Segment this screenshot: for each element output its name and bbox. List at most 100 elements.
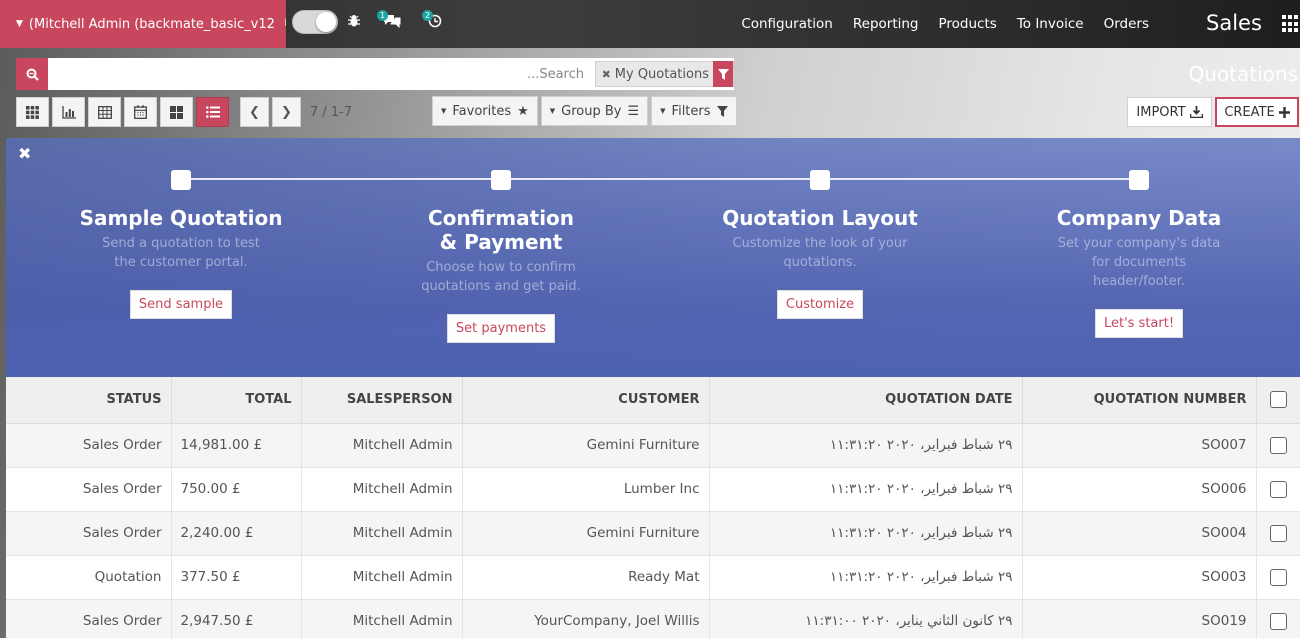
menu-configuration[interactable]: Configuration — [741, 16, 833, 32]
table-row[interactable]: Quotation 377.50 £ Mitchell Admin Ready … — [6, 555, 1300, 600]
table-row[interactable]: Sales Order 2,240.00 £ Mitchell Admin Ge… — [6, 511, 1300, 556]
pager: ❮ ❯ 7 / 1-7 — [240, 97, 352, 127]
search-facet: ✖ My Quotations — [594, 61, 734, 87]
date-cell: ٢٩ كانون الثاني يناير، ٢٠٢٠ ١١:٣١:٠٠ — [709, 599, 1023, 638]
step-description: Customize the look of your quotations. — [732, 236, 908, 270]
select-all-checkbox[interactable] — [1256, 377, 1300, 424]
status-cell: Sales Order — [6, 599, 172, 638]
chevron-left-icon[interactable]: ❮ — [240, 97, 269, 127]
top-navbar: ▼ (Mitchell Admin (backmate_basic_v12 1 … — [0, 0, 1300, 48]
caret-down-icon: ▼ — [16, 19, 23, 29]
caret-down-icon: ▼ — [441, 107, 447, 115]
menu-products[interactable]: Products — [939, 16, 997, 32]
salesperson-cell: Mitchell Admin — [301, 423, 463, 468]
table-row[interactable]: Sales Order 2,947.50 £ Mitchell Admin Yo… — [6, 599, 1300, 638]
search-box: ✖ My Quotations — [48, 58, 734, 90]
lets-start-button[interactable]: Let's start! — [1094, 309, 1184, 338]
number-cell: SO007 — [1022, 423, 1257, 468]
create-label: CREATE — [1224, 104, 1275, 120]
menu-to-invoice[interactable]: To Invoice — [1017, 16, 1084, 32]
step-title: Confirmation & Payment — [427, 206, 575, 254]
customer-cell: YourCompany, Joel Willis — [462, 599, 710, 638]
total-cell: 2,947.50 £ — [171, 599, 302, 638]
step-description: Choose how to confirm quotations and get… — [421, 260, 581, 294]
theme-toggle[interactable] — [292, 10, 338, 34]
activity-badge: 2 — [422, 10, 434, 21]
graph-view-button[interactable] — [52, 97, 85, 127]
row-checkbox[interactable] — [1256, 423, 1300, 468]
search-icon[interactable] — [16, 58, 48, 90]
number-cell: SO006 — [1022, 467, 1257, 512]
column-header[interactable]: QUOTATION NUMBER — [1022, 377, 1257, 424]
column-header[interactable]: CUSTOMER — [462, 377, 710, 424]
calendar-icon — [134, 105, 147, 119]
row-checkbox[interactable] — [1256, 511, 1300, 556]
send-sample-button[interactable]: Send sample — [129, 290, 233, 319]
column-header[interactable]: STATUS — [6, 377, 172, 424]
remove-facet-icon[interactable]: ✖ — [596, 68, 615, 81]
bug-icon[interactable] — [347, 14, 361, 32]
import-button[interactable]: IMPORT — [1127, 97, 1212, 127]
table-row[interactable]: Sales Order 14,981.00 £ Mitchell Admin G… — [6, 423, 1300, 468]
onboarding-step: Company Data Set your company's data for… — [1014, 170, 1264, 338]
create-button[interactable]: CREATE — [1215, 97, 1299, 127]
status-cell: Sales Order — [6, 423, 172, 468]
customer-cell: Lumber Inc — [462, 467, 710, 512]
onboarding-step: Confirmation & Payment Choose how to con… — [376, 170, 626, 343]
number-cell: SO019 — [1022, 599, 1257, 638]
menu-reporting[interactable]: Reporting — [853, 16, 919, 32]
chevron-right-icon[interactable]: ❯ — [272, 97, 301, 127]
clock-icon[interactable]: 2 — [422, 10, 442, 32]
row-checkbox[interactable] — [1256, 599, 1300, 638]
progress-line — [182, 178, 1140, 180]
pager-value[interactable]: 7 / 1-7 — [310, 105, 352, 120]
pivot-view-button[interactable] — [88, 97, 121, 127]
user-menu[interactable]: ▼ (Mitchell Admin (backmate_basic_v12 — [0, 0, 286, 48]
menu-orders[interactable]: Orders — [1104, 16, 1149, 32]
chat-icon[interactable]: 1 — [377, 10, 401, 32]
user-name: (Mitchell Admin (backmate_basic_v12 — [28, 16, 275, 32]
column-header[interactable]: TOTAL — [171, 377, 302, 424]
quotations-table: STATUS TOTAL SALESPERSON CUSTOMER QUOTAT… — [6, 377, 1300, 638]
date-cell: ٢٩ شباط فبراير، ٢٠٢٠ ١١:٣١:٢٠ — [709, 555, 1023, 600]
avatar — [284, 15, 286, 33]
app-title: Sales — [1206, 11, 1262, 35]
filter-icon — [713, 61, 733, 87]
filter-icon — [716, 105, 728, 117]
total-cell: 750.00 £ — [171, 467, 302, 512]
plus-icon — [1278, 106, 1290, 118]
step-description: Send a quotation to test the customer po… — [102, 236, 260, 270]
favorites-dropdown[interactable]: ▼ Favorites ★ — [432, 96, 538, 126]
row-checkbox[interactable] — [1256, 555, 1300, 600]
filters-dropdown[interactable]: ▼ Filters — [651, 96, 737, 126]
search-bar: ✖ My Quotations — [16, 58, 734, 90]
page-title: Quotations — [1188, 62, 1298, 86]
total-cell: 2,240.00 £ — [171, 511, 302, 556]
list-view-button[interactable] — [196, 97, 229, 127]
close-icon[interactable]: ✖ — [18, 144, 31, 163]
step-title: Sample Quotation — [79, 206, 283, 230]
bars-icon: ☰ — [627, 103, 640, 119]
row-checkbox[interactable] — [1256, 467, 1300, 512]
import-label: IMPORT — [1136, 104, 1186, 120]
caret-down-icon: ▼ — [660, 107, 666, 115]
column-header[interactable]: SALESPERSON — [301, 377, 463, 424]
view-switcher — [16, 97, 229, 127]
set-payments-button[interactable]: Set payments — [446, 314, 556, 343]
salesperson-cell: Mitchell Admin — [301, 511, 463, 556]
apps-grid-icon[interactable] — [1282, 15, 1300, 33]
kanban-view-button[interactable] — [16, 97, 49, 127]
dashboard-view-button[interactable] — [160, 97, 193, 127]
customize-button[interactable]: Customize — [776, 290, 864, 319]
star-icon: ★ — [517, 103, 529, 119]
search-input[interactable] — [164, 64, 584, 84]
number-cell: SO004 — [1022, 511, 1257, 556]
group-by-dropdown[interactable]: ▼ Group By ☰ — [540, 96, 649, 126]
status-cell: Quotation — [6, 555, 172, 600]
step-marker — [1129, 170, 1149, 190]
table-row[interactable]: Sales Order 750.00 £ Mitchell Admin Lumb… — [6, 467, 1300, 512]
calendar-view-button[interactable] — [124, 97, 157, 127]
column-header[interactable]: QUOTATION DATE — [709, 377, 1023, 424]
step-marker — [171, 170, 191, 190]
search-options: ▼ Favorites ★ ▼ Group By ☰ ▼ Filters — [432, 96, 737, 126]
